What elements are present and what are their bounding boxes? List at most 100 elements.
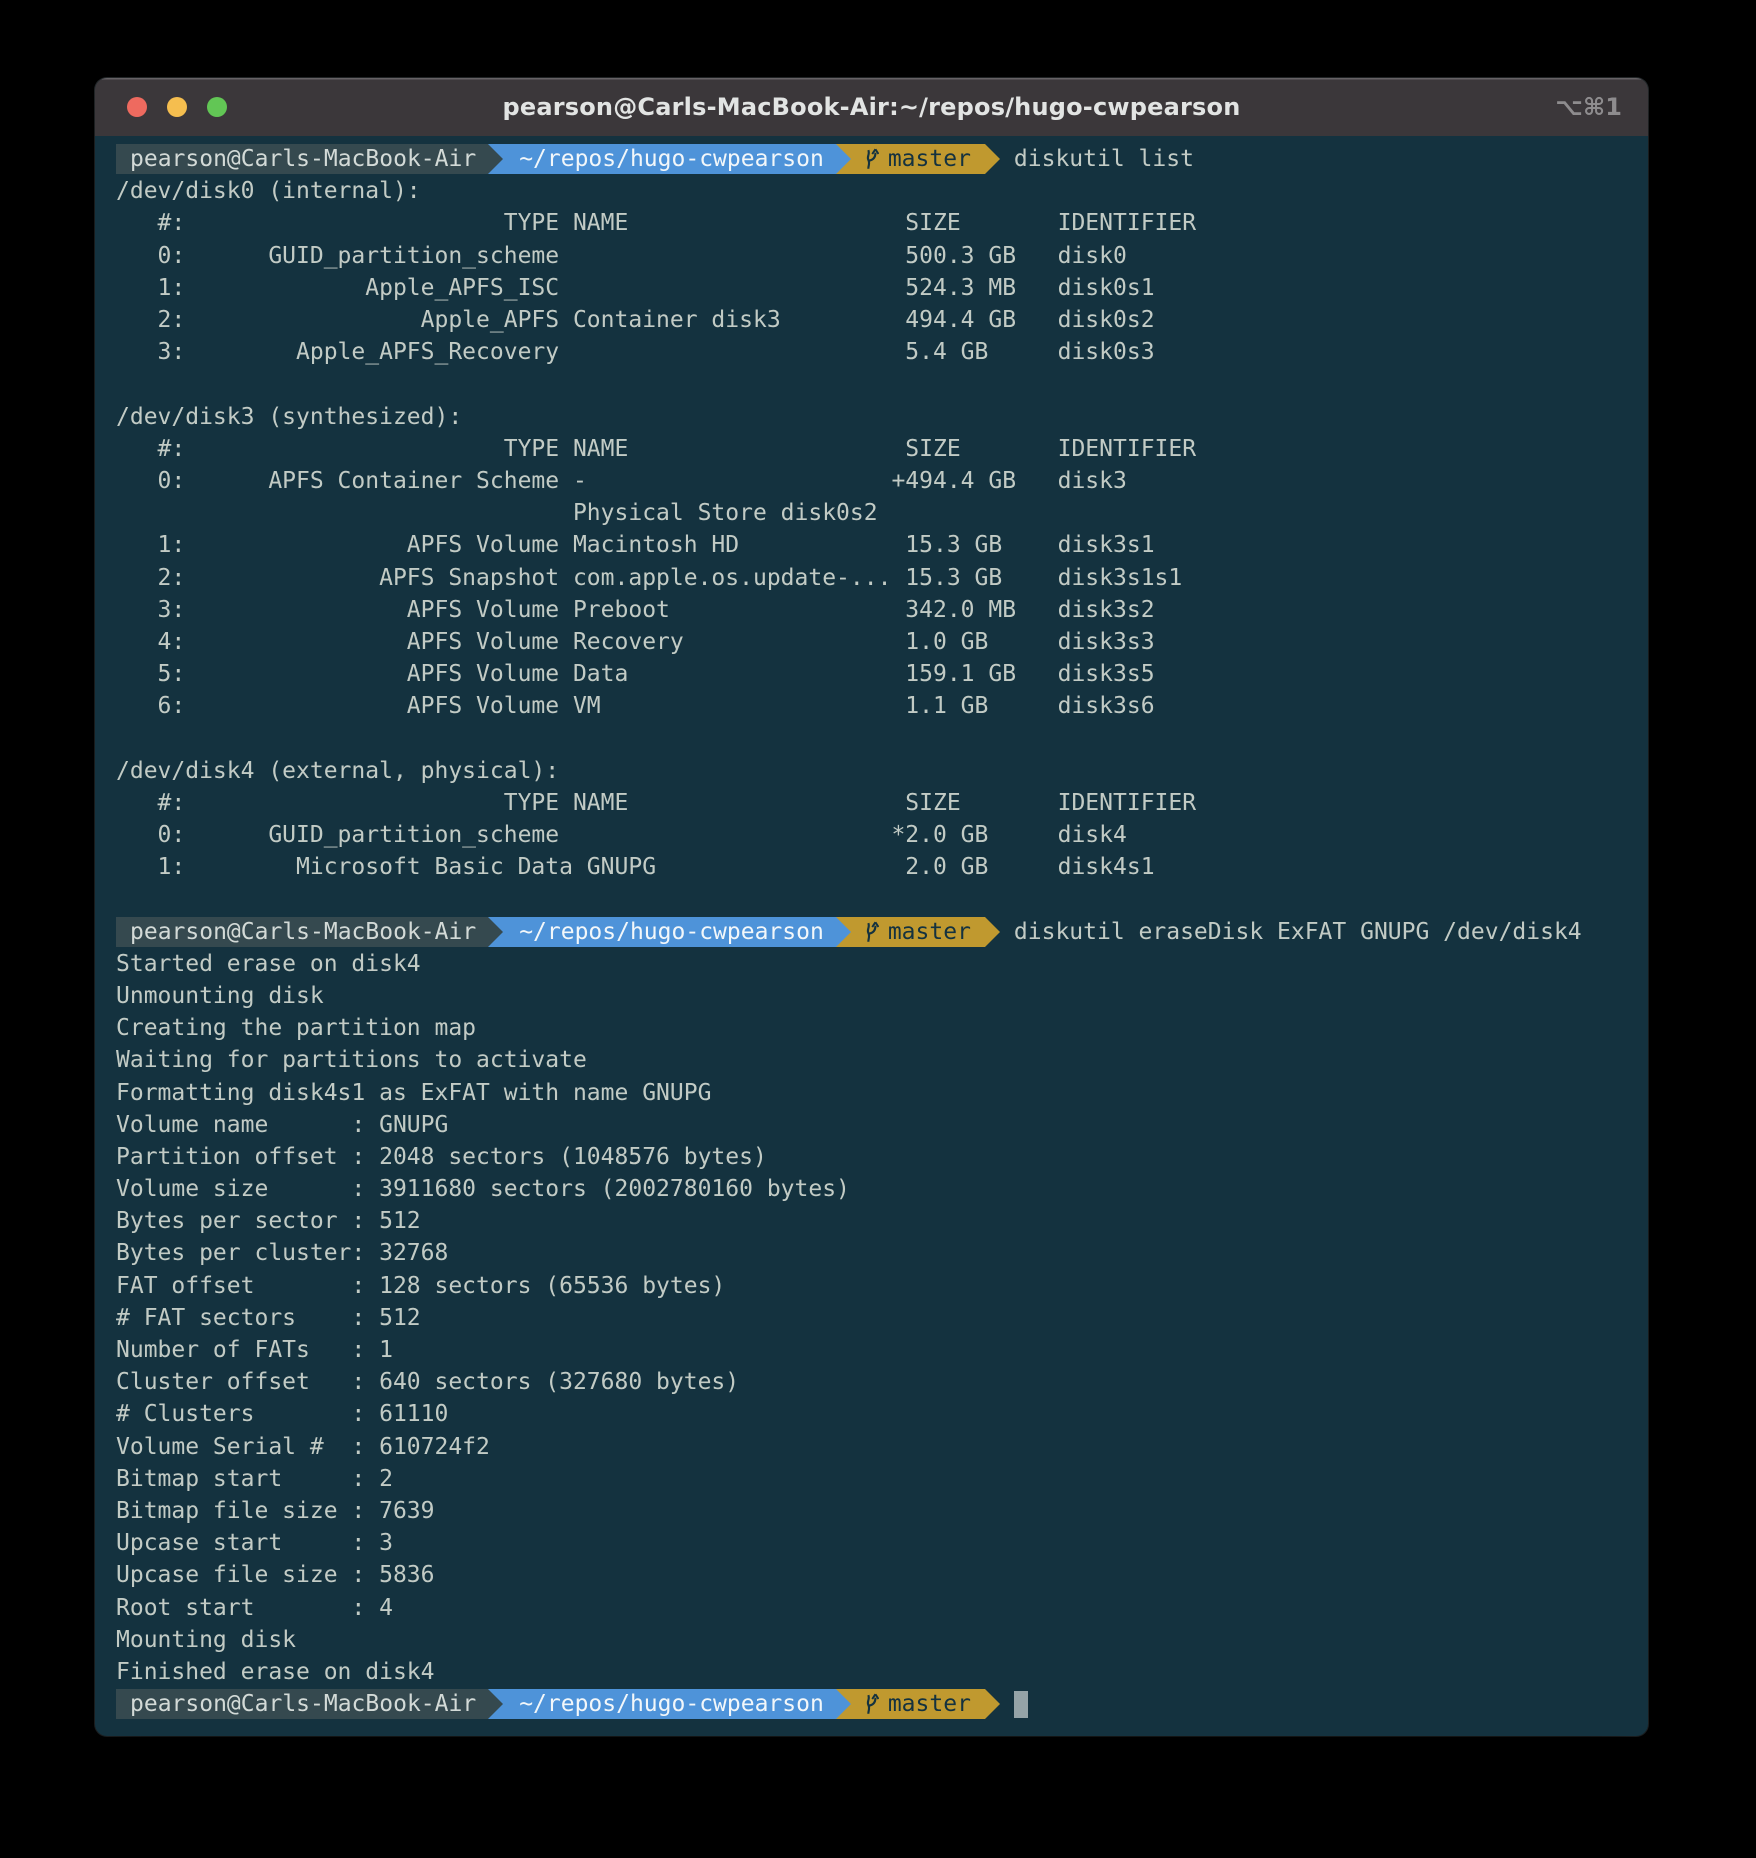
terminal-output-line: Number of FATs : 1 (116, 1334, 1648, 1366)
powerline-separator-icon (488, 144, 503, 174)
prompt-user-host: pearson@Carls-MacBook-Air (116, 144, 488, 174)
terminal-output-line: 3: Apple_APFS_Recovery 5.4 GB disk0s3 (116, 336, 1648, 368)
output-text: Mounting disk (116, 1627, 296, 1653)
terminal-content[interactable]: pearson@Carls-MacBook-Air ~/repos/hugo-c… (95, 136, 1648, 1720)
output-text: 1: APFS Volume Macintosh HD 15.3 GB disk… (116, 532, 1155, 558)
output-text: #: TYPE NAME SIZE IDENTIFIER (116, 210, 1196, 236)
terminal-output-line: #: TYPE NAME SIZE IDENTIFIER (116, 787, 1648, 819)
minimize-button[interactable] (167, 97, 187, 117)
terminal-output-line: Started erase on disk4 (116, 948, 1648, 980)
prompt-git-branch: master (888, 919, 971, 945)
output-text: Bytes per sector : 512 (116, 1208, 421, 1234)
output-text: 1: Microsoft Basic Data GNUPG 2.0 GB dis… (116, 854, 1155, 880)
output-text: Root start : 4 (116, 1595, 393, 1621)
prompt-git-branch: master (888, 146, 971, 172)
terminal-output-line: # FAT sectors : 512 (116, 1302, 1648, 1334)
output-text: Bitmap file size : 7639 (116, 1498, 435, 1524)
git-branch-icon (863, 147, 879, 171)
command-text: diskutil list (1014, 146, 1194, 172)
output-text: 4: APFS Volume Recovery 1.0 GB disk3s3 (116, 629, 1155, 655)
terminal-output-line: Bitmap file size : 7639 (116, 1495, 1648, 1527)
terminal-output-line: 1: Apple_APFS_ISC 524.3 MB disk0s1 (116, 272, 1648, 304)
output-text: #: TYPE NAME SIZE IDENTIFIER (116, 790, 1196, 816)
shell-prompt: pearson@Carls-MacBook-Air ~/repos/hugo-c… (116, 917, 1000, 947)
terminal-output-line: /dev/disk3 (synthesized): (116, 401, 1648, 433)
output-text: Creating the partition map (116, 1015, 476, 1041)
prompt-git-segment: master (851, 1689, 985, 1719)
terminal-output-line: Volume Serial # : 610724f2 (116, 1431, 1648, 1463)
terminal-prompt-line: pearson@Carls-MacBook-Air ~/repos/hugo-c… (116, 143, 1648, 175)
output-text: Partition offset : 2048 sectors (1048576… (116, 1144, 767, 1170)
terminal-output-line (116, 722, 1648, 754)
terminal-prompt-line: pearson@Carls-MacBook-Air ~/repos/hugo-c… (116, 916, 1648, 948)
terminal-output-line: 0: GUID_partition_scheme *2.0 GB disk4 (116, 819, 1648, 851)
close-button[interactable] (127, 97, 147, 117)
terminal-output-line: 1: Microsoft Basic Data GNUPG 2.0 GB dis… (116, 851, 1648, 883)
output-text: Unmounting disk (116, 983, 324, 1009)
terminal-output-line: Mounting disk (116, 1624, 1648, 1656)
powerline-separator-icon (488, 917, 503, 947)
terminal-output-line: Root start : 4 (116, 1591, 1648, 1623)
output-text: # Clusters : 61110 (116, 1401, 448, 1427)
prompt-user-host: pearson@Carls-MacBook-Air (116, 917, 488, 947)
output-text: /dev/disk3 (synthesized): (116, 404, 462, 430)
output-text: 2: APFS Snapshot com.apple.os.update-...… (116, 565, 1182, 591)
terminal-output-line: 2: Apple_APFS Container disk3 494.4 GB d… (116, 304, 1648, 336)
terminal-prompt-line: pearson@Carls-MacBook-Air ~/repos/hugo-c… (116, 1688, 1648, 1720)
prompt-git-segment: master (851, 917, 985, 947)
output-text: 3: Apple_APFS_Recovery 5.4 GB disk0s3 (116, 339, 1155, 365)
git-branch-icon (863, 920, 879, 944)
zoom-button[interactable] (207, 97, 227, 117)
terminal-output-line: Unmounting disk (116, 980, 1648, 1012)
output-text: Upcase start : 3 (116, 1530, 393, 1556)
terminal-output-line: Volume size : 3911680 sectors (200278016… (116, 1173, 1648, 1205)
terminal-output-line: /dev/disk0 (internal): (116, 175, 1648, 207)
powerline-separator-icon (836, 144, 851, 174)
output-text: Formatting disk4s1 as ExFAT with name GN… (116, 1080, 711, 1106)
output-text: Waiting for partitions to activate (116, 1047, 587, 1073)
terminal-output-line (116, 883, 1648, 915)
terminal-output-line: Upcase file size : 5836 (116, 1559, 1648, 1591)
terminal-output-line: 2: APFS Snapshot com.apple.os.update-...… (116, 561, 1648, 593)
output-text: Bytes per cluster: 32768 (116, 1240, 448, 1266)
terminal-output-line: 5: APFS Volume Data 159.1 GB disk3s5 (116, 658, 1648, 690)
prompt-git-branch: master (888, 1691, 971, 1717)
window-shortcut-hint: ⌥⌘1 (1555, 93, 1648, 121)
terminal-output-line: Bitmap start : 2 (116, 1463, 1648, 1495)
output-text: /dev/disk0 (internal): (116, 178, 421, 204)
terminal-output-line: Physical Store disk0s2 (116, 497, 1648, 529)
command-text: diskutil eraseDisk ExFAT GNUPG /dev/disk… (1014, 919, 1582, 945)
terminal-output-line: Volume name : GNUPG (116, 1109, 1648, 1141)
window-titlebar[interactable]: pearson@Carls-MacBook-Air:~/repos/hugo-c… (95, 78, 1648, 136)
terminal-output-line: 0: APFS Container Scheme - +494.4 GB dis… (116, 465, 1648, 497)
terminal-output-line: #: TYPE NAME SIZE IDENTIFIER (116, 433, 1648, 465)
terminal-output-line: Cluster offset : 640 sectors (327680 byt… (116, 1366, 1648, 1398)
output-text: /dev/disk4 (external, physical): (116, 758, 559, 784)
shell-prompt: pearson@Carls-MacBook-Air ~/repos/hugo-c… (116, 1689, 1000, 1719)
git-branch-icon (863, 1692, 879, 1716)
terminal-output-line: 6: APFS Volume VM 1.1 GB disk3s6 (116, 690, 1648, 722)
terminal-output-line: #: TYPE NAME SIZE IDENTIFIER (116, 207, 1648, 239)
output-text: # FAT sectors : 512 (116, 1305, 421, 1331)
desktop: { "titlebar": { "title": "pearson@Carls-… (0, 0, 1756, 1858)
output-text: 5: APFS Volume Data 159.1 GB disk3s5 (116, 661, 1155, 687)
powerline-separator-icon (985, 1689, 1000, 1719)
output-text: Cluster offset : 640 sectors (327680 byt… (116, 1369, 739, 1395)
prompt-user-host: pearson@Carls-MacBook-Air (116, 1689, 488, 1719)
output-text: 0: GUID_partition_scheme 500.3 GB disk0 (116, 243, 1127, 269)
terminal-output-line: Bytes per cluster: 32768 (116, 1237, 1648, 1269)
traffic-lights (95, 97, 227, 117)
terminal-output-line: FAT offset : 128 sectors (65536 bytes) (116, 1270, 1648, 1302)
powerline-separator-icon (488, 1689, 503, 1719)
output-text: Physical Store disk0s2 (116, 500, 878, 526)
powerline-separator-icon (985, 917, 1000, 947)
terminal-output-line (116, 368, 1648, 400)
powerline-separator-icon (836, 917, 851, 947)
output-text: 0: GUID_partition_scheme *2.0 GB disk4 (116, 822, 1127, 848)
terminal-output-line: # Clusters : 61110 (116, 1398, 1648, 1430)
shell-prompt: pearson@Carls-MacBook-Air ~/repos/hugo-c… (116, 144, 1000, 174)
prompt-directory: ~/repos/hugo-cwpearson (503, 917, 836, 947)
output-text: Volume Serial # : 610724f2 (116, 1434, 490, 1460)
terminal-output-line: Bytes per sector : 512 (116, 1205, 1648, 1237)
output-text: #: TYPE NAME SIZE IDENTIFIER (116, 436, 1196, 462)
